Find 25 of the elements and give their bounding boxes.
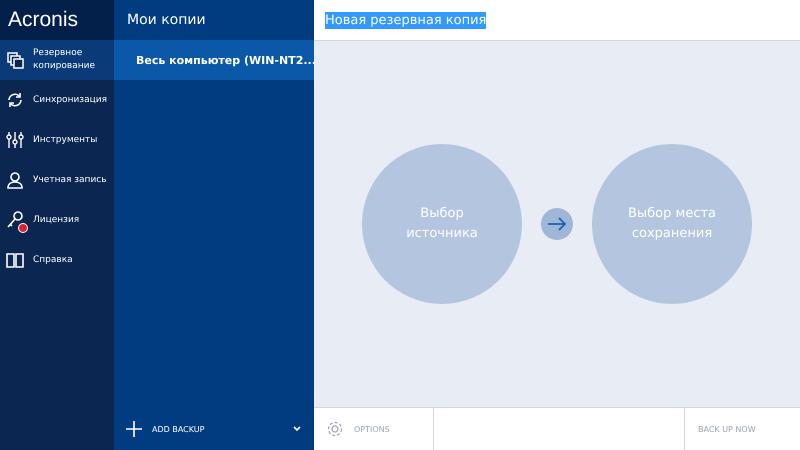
sliders-icon xyxy=(5,130,25,150)
copies-icon xyxy=(5,50,25,70)
person-icon xyxy=(5,170,25,190)
book-icon xyxy=(5,250,25,270)
sidebar-label: Лицензия xyxy=(33,214,80,226)
settings-icon xyxy=(326,420,344,438)
sidebar-item[interactable]: Справка xyxy=(0,240,114,280)
sidebar-label: Синхронизация xyxy=(33,94,107,106)
sidebar-item[interactable]: Инструменты xyxy=(0,120,114,160)
sidebar-item[interactable]: Лицензия xyxy=(0,200,114,240)
backup-item[interactable]: Весь компьютер (WIN-NT2... xyxy=(114,40,314,80)
sidebar-label: Инструменты xyxy=(33,134,98,146)
sidebar-item[interactable]: Синхронизация xyxy=(0,80,114,120)
caret-icon xyxy=(292,425,302,433)
backup-label: Весь компьютер (WIN-NT2... xyxy=(136,54,316,66)
sidebar-item[interactable]: Учетная запись xyxy=(0,160,114,200)
key-icon xyxy=(5,210,25,230)
sidebar-label: Учетная запись xyxy=(33,174,107,186)
sidebar-item[interactable]: Резервное копирование xyxy=(0,40,114,80)
plus-icon xyxy=(126,421,142,437)
panel-title: Мои копии xyxy=(127,12,206,28)
sidebar-label: Резервное копирование xyxy=(33,47,96,73)
sync-icon xyxy=(5,90,25,110)
logo: Acronis xyxy=(8,8,78,32)
sidebar-label: Справка xyxy=(33,254,73,266)
